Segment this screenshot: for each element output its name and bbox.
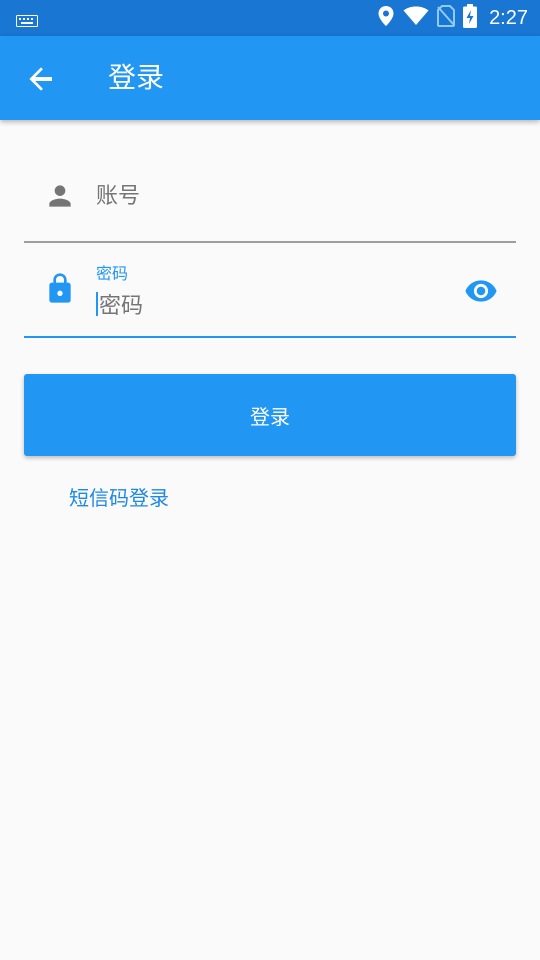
person-icon [44, 180, 76, 216]
text-cursor [96, 292, 98, 316]
arrow-back-icon[interactable] [26, 64, 56, 94]
battery-charging-icon [463, 4, 478, 32]
status-time: 2:27 [489, 6, 528, 29]
account-input-placeholder: 账号 [96, 184, 141, 209]
sms-login-link[interactable]: 短信码登录 [69, 482, 169, 511]
wifi-icon [403, 6, 429, 30]
location-icon [377, 5, 395, 31]
password-input-placeholder: 密码 [99, 294, 144, 319]
account-field[interactable]: 账号 [24, 150, 516, 243]
password-input[interactable]: 密码 [96, 288, 143, 320]
page-title: 登录 [108, 61, 165, 94]
eye-icon[interactable] [464, 274, 498, 312]
status-bar: 2:27 [0, 0, 540, 36]
no-sim-icon [437, 5, 456, 31]
password-field[interactable]: 密码 密码 [24, 250, 516, 338]
keyboard-icon [16, 12, 38, 31]
app-bar: 登录 [0, 36, 540, 120]
lock-icon [44, 270, 76, 310]
password-floating-label: 密码 [96, 264, 129, 283]
login-button[interactable]: 登录 [24, 374, 516, 456]
